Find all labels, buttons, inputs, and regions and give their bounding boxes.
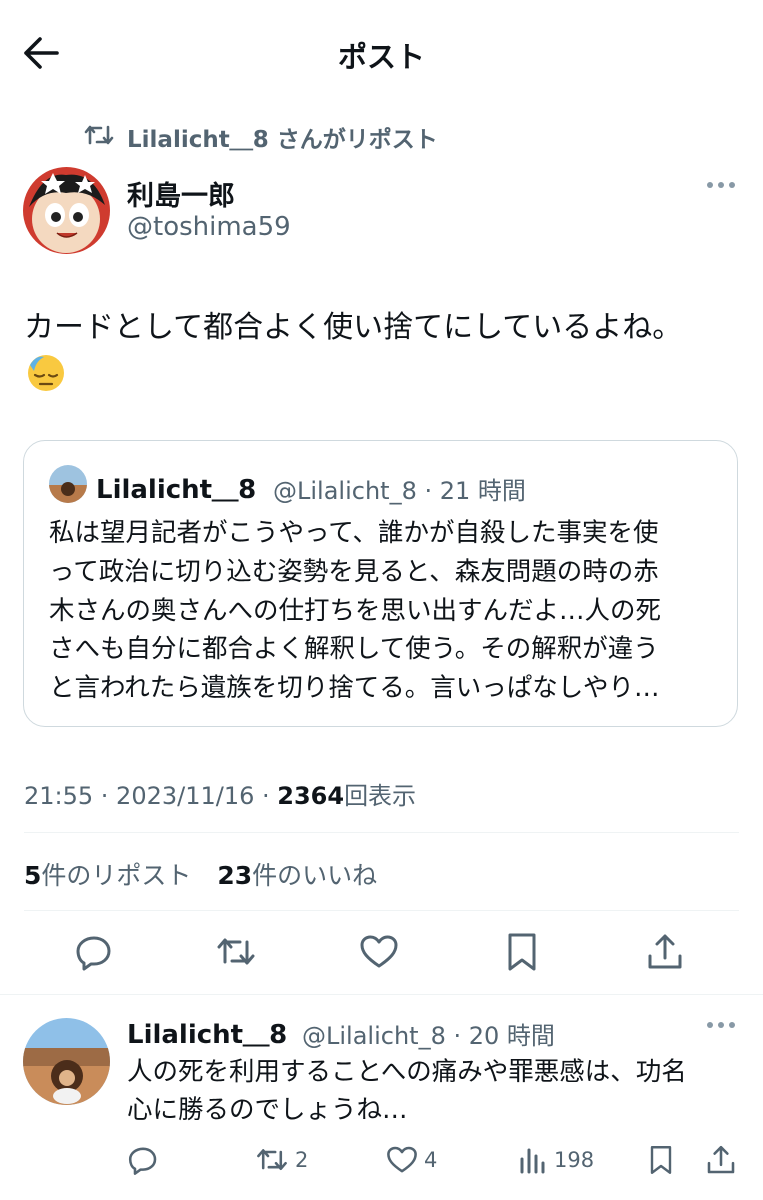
reply-reply-button[interactable] — [127, 1142, 159, 1178]
reply-share-button[interactable] — [705, 1142, 737, 1178]
divider — [24, 832, 739, 833]
bookmark-icon[interactable] — [502, 932, 542, 972]
repost-label: 件のリポスト — [41, 861, 192, 890]
more-icon[interactable] — [706, 1020, 736, 1030]
repost-count-link[interactable]: 5件のリポスト — [24, 861, 191, 890]
reply-icon[interactable] — [74, 932, 114, 972]
reply-retweet-button[interactable]: 2 — [255, 1142, 308, 1178]
author-handle[interactable]: @toshima59 — [127, 212, 291, 242]
reply-views-button[interactable]: 198 — [518, 1142, 594, 1178]
reply-like-count: 4 — [424, 1148, 438, 1172]
bookmark-icon — [650, 1146, 672, 1174]
like-icon[interactable] — [359, 932, 399, 972]
view-count: 2364 — [277, 782, 345, 810]
reply-view-count: 198 — [554, 1148, 595, 1172]
quote-avatar — [49, 465, 87, 503]
reply-author-handle[interactable]: @Lilalicht_8 · 20 時間 — [302, 1016, 555, 1051]
divider — [0, 994, 763, 995]
quote-text: 私は望月記者がこうやって、誰かが自殺した事実を使 って政治に切り込む姿勢を見ると… — [49, 518, 662, 704]
quote-author-name: Lilalicht＿8 — [96, 475, 257, 505]
retweet-icon[interactable] — [216, 932, 256, 972]
share-icon[interactable] — [645, 932, 685, 972]
share-icon — [707, 1145, 735, 1174]
like-label: 件のいいね — [252, 861, 378, 890]
timestamp: 21:55 · 2023/11/16 · — [24, 782, 278, 810]
avatar[interactable] — [23, 167, 110, 254]
like-icon — [387, 1146, 417, 1173]
downcast-sweat-face-icon — [26, 353, 66, 393]
divider — [24, 910, 739, 911]
views-icon — [520, 1148, 545, 1174]
repost-count: 5 — [24, 861, 42, 890]
author-name[interactable]: 利島一郎 — [127, 174, 235, 213]
post-meta: 21:55 · 2023/11/16 · 2364回表示 — [24, 776, 416, 811]
retweet-icon — [257, 1149, 287, 1171]
reply-author-name[interactable]: Lilalicht＿8 — [127, 1014, 287, 1051]
reply-retweet-count: 2 — [295, 1148, 309, 1172]
quote-author-handle: @Lilalicht_8 · 21 時間 — [273, 477, 526, 505]
more-icon[interactable] — [706, 180, 736, 190]
reply-text: 人の死を利用することへの痛みや罪悪感は、功名 心に勝るのでしょうね… — [127, 1057, 687, 1125]
view-label: 回表示 — [344, 782, 417, 810]
retweet-icon — [84, 121, 114, 149]
like-count: 23 — [217, 861, 253, 890]
repost-indicator[interactable]: Lilalicht＿8 さんがリポスト — [127, 120, 438, 154]
engagement-counts: 5件のリポスト 23件のいいね — [24, 856, 395, 892]
reply-avatar[interactable] — [23, 1018, 110, 1105]
page-title: ポスト — [337, 40, 425, 74]
like-count-link[interactable]: 23件のいいね — [217, 861, 377, 890]
post-text: カードとして都合よく使い捨てにしているよね。 — [24, 310, 683, 345]
reply-like-button[interactable]: 4 — [386, 1142, 437, 1178]
reply-icon — [128, 1147, 157, 1175]
reply-bookmark-button[interactable] — [646, 1142, 676, 1178]
